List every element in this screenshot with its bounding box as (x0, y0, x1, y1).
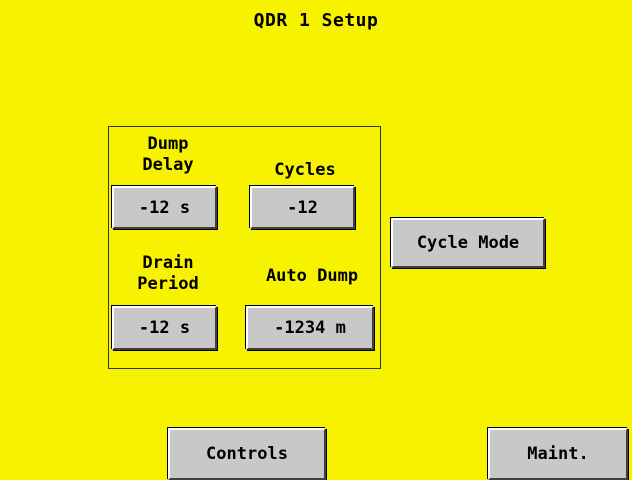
controls-button[interactable]: Controls (168, 428, 326, 480)
maint-button[interactable]: Maint. (488, 428, 628, 480)
cycle-mode-button[interactable]: Cycle Mode (391, 218, 545, 268)
drain-period-label: Drain Period (137, 253, 199, 294)
dump-delay-label: Dump Delay (142, 134, 194, 175)
cycles-button[interactable]: -12 (250, 186, 355, 229)
auto-dump-button[interactable]: -1234 m (246, 306, 374, 350)
page-title: QDR 1 Setup (253, 10, 379, 31)
dump-delay-button[interactable]: -12 s (112, 186, 217, 229)
cycles-label: Cycles (274, 160, 336, 180)
auto-dump-label: Auto Dump (265, 266, 359, 286)
drain-period-button[interactable]: -12 s (112, 306, 217, 350)
